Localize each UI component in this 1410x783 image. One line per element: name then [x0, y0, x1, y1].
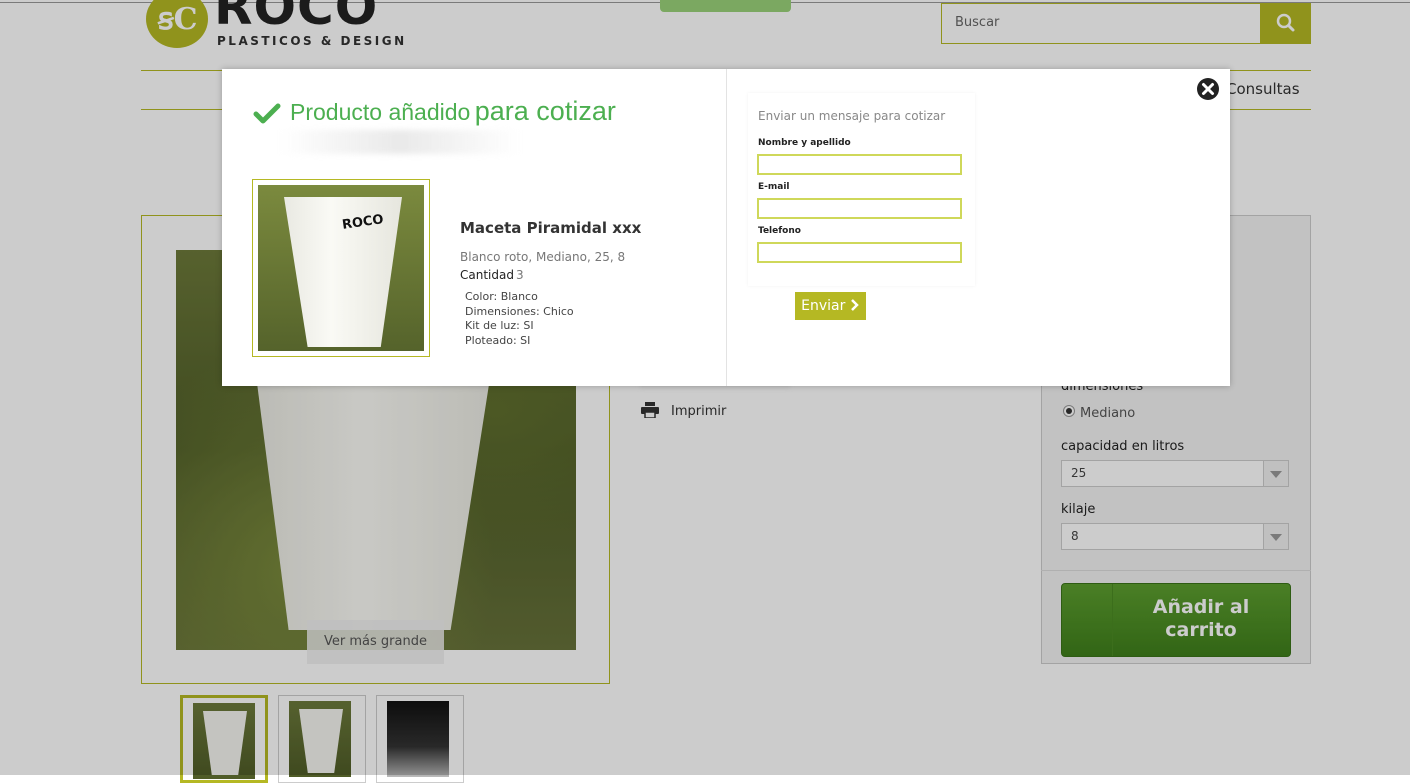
send-button[interactable]: Enviar [795, 292, 866, 320]
blurred-subtitle [280, 130, 520, 154]
attribute-color: Color: Blanco [465, 290, 538, 303]
name-label: Nombre y apellido [758, 138, 851, 148]
check-icon [253, 103, 281, 124]
quantity-value: 3 [516, 268, 524, 282]
product-name: Maceta Piramidal xxx [460, 219, 642, 237]
modal-title-part2: para cotizar [474, 96, 616, 126]
form-title: Enviar un mensaje para cotizar [758, 109, 946, 123]
send-label: Enviar [801, 298, 846, 314]
quantity-label: Cantidad [460, 268, 514, 282]
phone-field[interactable] [757, 242, 962, 263]
attribute-dimensiones: Dimensiones: Chico [465, 305, 574, 318]
modal-title: Producto añadido para cotizar [290, 96, 616, 127]
name-field[interactable] [757, 154, 962, 175]
product-variant: Blanco roto, Mediano, 25, 8 [460, 250, 626, 264]
modal-divider [726, 69, 727, 386]
email-label: E-mail [758, 182, 790, 192]
attribute-ploteado: Ploteado: SI [465, 334, 531, 347]
phone-label: Telefono [758, 226, 801, 236]
attribute-kit-luz: Kit de luz: SI [465, 319, 534, 332]
modal-title-part1: Producto añadido [290, 99, 471, 125]
chevron-right-icon [850, 299, 859, 311]
email-field[interactable] [757, 198, 962, 219]
close-icon[interactable] [1196, 77, 1220, 101]
product-image: ROCO [258, 185, 424, 351]
